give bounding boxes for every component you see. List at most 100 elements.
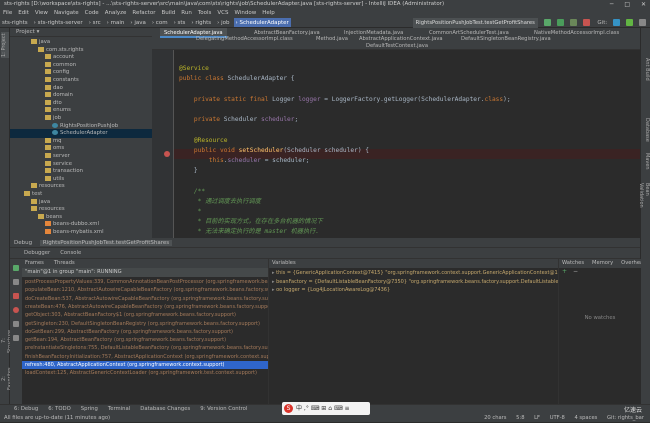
stack-frame[interactable]: getBean:194, AbstractBeanFactory (org.sp… (22, 336, 268, 344)
code-line[interactable]: * 通过调度去执行调度 (179, 197, 261, 207)
close-icon[interactable]: ✕ (641, 1, 646, 8)
breadcrumb-item[interactable]: › job (215, 18, 231, 27)
stack-frame[interactable]: refresh:480, AbstractApplicationContext … (22, 361, 268, 370)
code-line[interactable]: * (179, 207, 202, 217)
add-watch-icon[interactable]: + (562, 268, 567, 275)
stack-frame[interactable]: getSingleton:230, DefaultSingletonBeanRe… (22, 320, 268, 328)
menu-item-vcs[interactable]: VCS (217, 10, 228, 16)
stack-frame[interactable]: doGetBean:299, AbstractBeanFactory (org.… (22, 328, 268, 336)
debug-icon[interactable] (556, 19, 564, 26)
stack-frame[interactable]: getObject:303, AbstractBeanFactory$1 (or… (22, 311, 268, 319)
resume-icon[interactable] (13, 265, 19, 271)
project-tool-tab[interactable]: 1: Project (1, 32, 9, 58)
code-line[interactable]: * 无法来确定执行的是 master 机器执行. (179, 227, 319, 237)
variable-row[interactable]: ▸ oo logger = {Log4jLocationAwareLog@743… (269, 286, 559, 295)
code-line[interactable]: public class SchedulerAdapter { (179, 74, 295, 84)
menu-item-file[interactable]: File (3, 10, 12, 16)
run-icon[interactable] (543, 19, 551, 26)
breadcrumb-item[interactable]: › java (128, 18, 147, 27)
breadcrumb-item[interactable]: › main (105, 18, 127, 27)
code-line[interactable]: } (179, 166, 198, 176)
menu-item-analyze[interactable]: Analyze (105, 10, 127, 16)
watch-tab-memory[interactable]: Memory (592, 260, 613, 266)
code-line[interactable]: private static final Logger logger = Log… (179, 95, 511, 105)
frames-tab-frames[interactable]: Frames (25, 260, 44, 266)
favorites-tool-tab[interactable]: 2: Favorites (1, 366, 13, 392)
menu-item-help[interactable]: Help (262, 10, 275, 16)
breadcrumb-item[interactable]: sts-rights (0, 18, 30, 27)
code-line[interactable]: * 目前的实现方式，在存在多台机器的情况下 (179, 217, 323, 227)
menu-item-edit[interactable]: Edit (18, 10, 29, 16)
pause-icon[interactable] (13, 279, 19, 285)
code-line[interactable]: /** (179, 187, 205, 197)
breadcrumb-item[interactable]: › com (150, 18, 170, 27)
stack-frame[interactable]: finishBeanFactoryInitialization:757, Abs… (22, 353, 268, 361)
editor-gutter[interactable] (152, 50, 174, 238)
status-indent[interactable]: 4 spaces (574, 415, 597, 421)
run-config-select[interactable]: RightsPositionPushJobTest.testGetProfitS… (412, 18, 538, 28)
breadcrumb-item[interactable]: › sts-rights-server (32, 18, 85, 27)
toolwindow-button[interactable]: Database Changes (140, 406, 190, 412)
breadcrumb-item[interactable]: › sts (172, 18, 188, 27)
breadcrumb-item[interactable]: › SchedulerAdapter (233, 18, 291, 27)
menu-item-window[interactable]: Window (235, 10, 257, 16)
maximize-icon[interactable]: □ (624, 1, 630, 8)
maven-tool-tab[interactable]: Maven (642, 153, 650, 175)
variable-row[interactable]: ▸ this = {GenericApplicationContext@7415… (269, 269, 559, 278)
code-line[interactable]: @Resource (179, 136, 228, 146)
coverage-icon[interactable] (569, 19, 577, 26)
view-breakpoints-icon[interactable] (13, 307, 19, 313)
toolwindow-button[interactable]: 6: Debug (14, 406, 38, 412)
editor-tab[interactable]: DefaultSingletonBeanRegistry.java (457, 35, 555, 43)
code-line[interactable]: this.scheduler = scheduler; (179, 156, 310, 166)
editor-tab[interactable]: Method.java (312, 35, 352, 43)
editor-tab[interactable]: DefaultTestContext.java (362, 42, 432, 50)
ime-tools[interactable]: 中 ,° ⌨ ⊞ ⌂ ⌨ ≡ (296, 404, 350, 413)
stack-frame[interactable]: postProcessPropertyValues:339, CommonAnn… (22, 278, 268, 286)
structure-tool-tab[interactable]: 7: Structure (1, 328, 13, 354)
status-encoding[interactable]: UTF-8 (550, 415, 565, 421)
stack-frame[interactable]: createBean:476, AbstractAutowireCapableB… (22, 303, 268, 311)
menu-item-refactor[interactable]: Refactor (132, 10, 155, 16)
toolwindow-button[interactable]: Spring (81, 406, 98, 412)
status-git-branch[interactable]: Git: rights_bar (607, 415, 644, 421)
stack-frame[interactable]: doCreateBean:537, AbstractAutowireCapabl… (22, 295, 268, 303)
menu-item-run[interactable]: Run (181, 10, 192, 16)
thread-select[interactable]: "main"@1 in group "main": RUNNING (22, 268, 268, 277)
breadcrumb-item[interactable]: › src (87, 18, 103, 27)
menu-item-navigate[interactable]: Navigate (54, 10, 79, 16)
menu-item-code[interactable]: Code (85, 10, 99, 16)
code-line[interactable]: public void setScheduler(Scheduler sched… (179, 146, 369, 156)
remove-watch-icon[interactable]: − (573, 268, 578, 275)
toolwindow-button[interactable]: Terminal (108, 406, 130, 412)
tree-file[interactable]: beans-mybatis.xml (10, 228, 152, 237)
search-icon[interactable] (639, 19, 646, 26)
breakpoint-icon[interactable] (164, 151, 170, 157)
stop-icon[interactable] (13, 293, 19, 299)
toolwindow-button[interactable]: 6: TODO (48, 406, 71, 412)
variable-row[interactable]: ▸ beanFactory = {DefaultListableBeanFact… (269, 278, 559, 287)
breadcrumb-item[interactable]: › rights (189, 18, 213, 27)
git-commit-icon[interactable] (626, 19, 634, 26)
status-position[interactable]: 5:8 (516, 415, 524, 421)
ime-toolbar[interactable]: S 中 ,° ⌨ ⊞ ⌂ ⌨ ≡ (282, 402, 370, 415)
ant-build-tool-tab[interactable]: Ant Build (642, 58, 650, 88)
debug-tab-debugger[interactable]: Debugger (24, 250, 50, 256)
minimize-icon[interactable]: ─ (610, 1, 614, 8)
menu-item-view[interactable]: View (35, 10, 48, 16)
stack-frame[interactable]: loadContext:125, AbstractGenericContextL… (22, 369, 268, 377)
settings-icon[interactable] (13, 335, 19, 341)
code-line[interactable]: @Service (179, 64, 209, 74)
git-update-icon[interactable] (613, 19, 621, 26)
stack-frame[interactable]: populateBean:1210, AbstractAutowireCapab… (22, 286, 268, 294)
project-panel-title[interactable]: Project (16, 29, 35, 35)
watch-tab-watches[interactable]: Watches (562, 260, 584, 266)
status-line-separator[interactable]: LF (534, 415, 540, 421)
mute-breakpoints-icon[interactable] (13, 321, 19, 327)
bean-validation-tool-tab[interactable]: Bean Validation (638, 183, 650, 217)
database-tool-tab[interactable]: Database (642, 118, 650, 146)
menu-item-tools[interactable]: Tools (198, 10, 212, 16)
stack-frame[interactable]: preInstantiateSingletons:755, DefaultLis… (22, 344, 268, 352)
watch-tab-overhead[interactable]: Overhead (621, 260, 641, 266)
menu-item-build[interactable]: Build (161, 10, 175, 16)
